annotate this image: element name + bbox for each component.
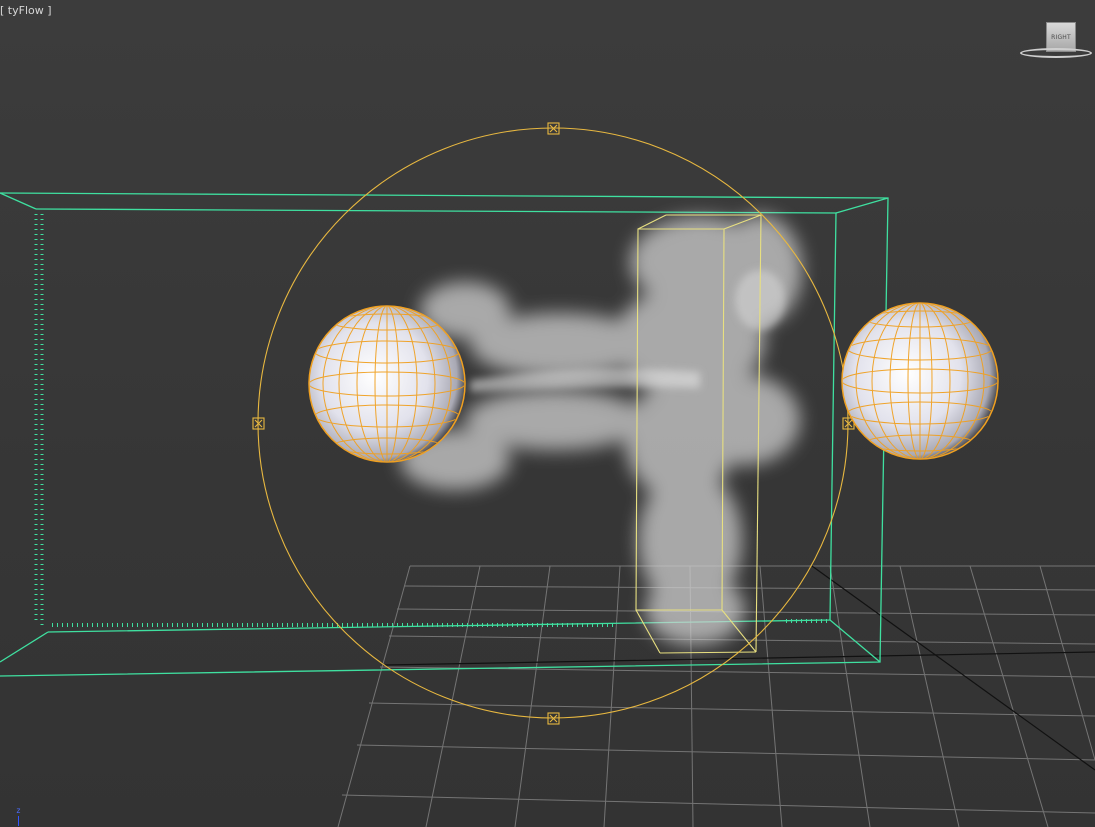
viewcube-compass-ring[interactable] xyxy=(1020,48,1092,58)
axis-tripod: z xyxy=(12,806,32,826)
sphere-right[interactable] xyxy=(841,302,999,460)
axis-z-label: z xyxy=(16,806,21,815)
viewport-label[interactable]: [ tyFlow ] xyxy=(0,4,52,17)
viewcube[interactable]: RIGHT xyxy=(1018,18,1095,64)
axis-z-line xyxy=(18,816,19,826)
sphere-left[interactable] xyxy=(308,305,466,463)
smoke-volume xyxy=(400,215,802,645)
viewport-scene[interactable] xyxy=(0,0,1095,827)
viewport[interactable]: [ tyFlow ] RIGHT z xyxy=(0,0,1095,827)
